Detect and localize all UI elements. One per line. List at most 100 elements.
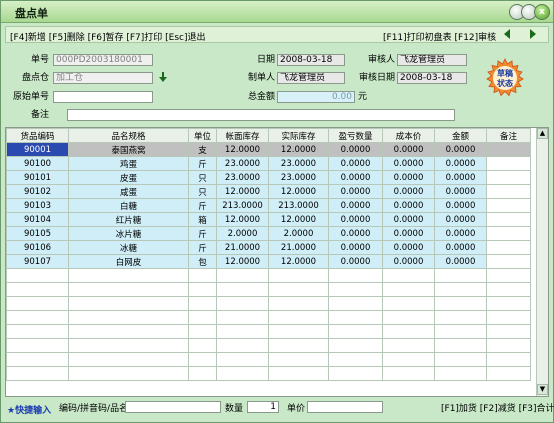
table-cell[interactable]: 斤 <box>188 226 217 241</box>
table-row[interactable] <box>6 282 531 297</box>
table-cell[interactable]: 0.0000 <box>434 142 487 157</box>
table-cell[interactable] <box>188 366 217 381</box>
table-cell[interactable] <box>328 310 383 325</box>
table-cell[interactable] <box>268 310 329 325</box>
table-cell[interactable] <box>486 226 531 241</box>
warehouse-field[interactable]: 加工仓 <box>53 72 153 84</box>
scroll-up-icon[interactable]: ▲ <box>537 128 548 139</box>
table-cell[interactable]: 12.0000 <box>268 142 329 157</box>
table-cell[interactable] <box>486 198 531 213</box>
table-cell[interactable] <box>382 282 435 297</box>
table-cell[interactable]: 支 <box>188 142 217 157</box>
table-cell[interactable]: 0.0000 <box>328 212 383 227</box>
column-header[interactable]: 品名规格 <box>68 128 189 143</box>
table-cell[interactable] <box>216 296 269 311</box>
table-cell[interactable]: 90104 <box>6 212 69 227</box>
table-cell[interactable]: 0.0000 <box>328 184 383 199</box>
table-row[interactable] <box>6 268 531 283</box>
table-cell[interactable]: 0.0000 <box>434 184 487 199</box>
table-cell[interactable]: 0.0000 <box>382 184 435 199</box>
column-header[interactable]: 成本价 <box>382 128 435 143</box>
table-cell[interactable] <box>434 352 487 367</box>
next-record-icon[interactable] <box>528 28 538 43</box>
table-cell[interactable] <box>382 338 435 353</box>
table-cell[interactable] <box>434 310 487 325</box>
table-cell[interactable]: 23.0000 <box>268 170 329 185</box>
table-cell[interactable]: 0.0000 <box>382 156 435 171</box>
table-row[interactable]: 90101 皮蛋只 23.0000 23.0000 0.0000 0.0000 0.0000 <box>6 170 531 185</box>
table-cell[interactable]: 2.0000 <box>268 226 329 241</box>
table-cell[interactable]: 0.0000 <box>328 240 383 255</box>
table-cell[interactable] <box>6 338 69 353</box>
table-cell[interactable] <box>268 282 329 297</box>
table-cell[interactable]: 0.0000 <box>382 240 435 255</box>
table-cell[interactable]: 白糖 <box>68 198 189 213</box>
table-cell[interactable] <box>68 338 189 353</box>
table-cell[interactable]: 0.0000 <box>382 198 435 213</box>
table-cell[interactable]: 斤 <box>188 198 217 213</box>
table-row[interactable]: 90001 泰国燕窝支 12.0000 12.0000 0.0000 0.0000 0.00… <box>6 142 531 157</box>
table-cell[interactable] <box>486 240 531 255</box>
table-cell[interactable] <box>68 310 189 325</box>
table-cell[interactable]: 21.0000 <box>216 240 269 255</box>
table-cell[interactable] <box>486 142 531 157</box>
table-cell[interactable] <box>268 352 329 367</box>
table-cell[interactable]: 冰糖 <box>68 240 189 255</box>
table-cell[interactable]: 0.0000 <box>328 170 383 185</box>
table-cell[interactable]: 12.0000 <box>216 254 269 269</box>
orig-no-field[interactable] <box>53 91 153 103</box>
column-header[interactable]: 盈亏数量 <box>328 128 383 143</box>
column-header[interactable]: 金额 <box>434 128 487 143</box>
table-row[interactable]: 90100 鸡蛋斤 23.0000 23.0000 0.0000 0.0000 0.0000 <box>6 156 531 171</box>
table-cell[interactable] <box>434 366 487 381</box>
table-cell[interactable]: 0.0000 <box>382 254 435 269</box>
table-cell[interactable]: 0.0000 <box>328 156 383 171</box>
table-cell[interactable]: 0.0000 <box>434 254 487 269</box>
table-cell[interactable] <box>6 366 69 381</box>
table-cell[interactable] <box>486 352 531 367</box>
table-cell[interactable] <box>328 338 383 353</box>
table-cell[interactable]: 箱 <box>188 212 217 227</box>
table-cell[interactable] <box>268 366 329 381</box>
table-cell[interactable] <box>216 366 269 381</box>
table-cell[interactable] <box>486 170 531 185</box>
column-header[interactable]: 帐面库存 <box>216 128 269 143</box>
table-cell[interactable] <box>6 296 69 311</box>
close-button[interactable]: x <box>534 4 550 20</box>
table-cell[interactable] <box>486 366 531 381</box>
table-cell[interactable] <box>6 310 69 325</box>
table-cell[interactable]: 90106 <box>6 240 69 255</box>
scroll-down-icon[interactable]: ▼ <box>537 384 548 395</box>
table-row[interactable]: 90105 冰片糖斤 2.0000 2.0000 0.0000 0.0000 0.0000 <box>6 226 531 241</box>
table-cell[interactable]: 冰片糖 <box>68 226 189 241</box>
table-cell[interactable]: 0.0000 <box>434 198 487 213</box>
table-row[interactable]: 90102 咸蛋只 12.0000 12.0000 0.0000 0.0000 0.0000 <box>6 184 531 199</box>
table-cell[interactable]: 213.0000 <box>268 198 329 213</box>
table-cell[interactable] <box>188 296 217 311</box>
table-cell[interactable] <box>486 324 531 339</box>
table-cell[interactable]: 白网皮 <box>68 254 189 269</box>
table-cell[interactable]: 包 <box>188 254 217 269</box>
table-cell[interactable]: 0.0000 <box>434 170 487 185</box>
table-cell[interactable]: 0.0000 <box>328 254 383 269</box>
table-cell[interactable]: 90105 <box>6 226 69 241</box>
table-row[interactable] <box>6 310 531 325</box>
table-cell[interactable]: 0.0000 <box>328 198 383 213</box>
table-cell[interactable] <box>188 338 217 353</box>
column-header[interactable]: 备注 <box>486 128 531 143</box>
table-cell[interactable]: 斤 <box>188 240 217 255</box>
column-header[interactable]: 单位 <box>188 128 217 143</box>
table-cell[interactable] <box>486 254 531 269</box>
table-cell[interactable] <box>216 338 269 353</box>
code-search-input[interactable] <box>125 401 221 413</box>
table-cell[interactable] <box>486 156 531 171</box>
table-cell[interactable] <box>434 338 487 353</box>
table-cell[interactable]: 只 <box>188 170 217 185</box>
table-cell[interactable]: 12.0000 <box>216 212 269 227</box>
price-input[interactable] <box>307 401 383 413</box>
table-cell[interactable]: 21.0000 <box>268 240 329 255</box>
warehouse-dropdown-icon[interactable] <box>159 72 167 85</box>
table-cell[interactable]: 90001 <box>6 142 69 157</box>
table-row[interactable]: 90106 冰糖斤 21.0000 21.0000 0.0000 0.0000 0.0000 <box>6 240 531 255</box>
table-cell[interactable]: 90103 <box>6 198 69 213</box>
